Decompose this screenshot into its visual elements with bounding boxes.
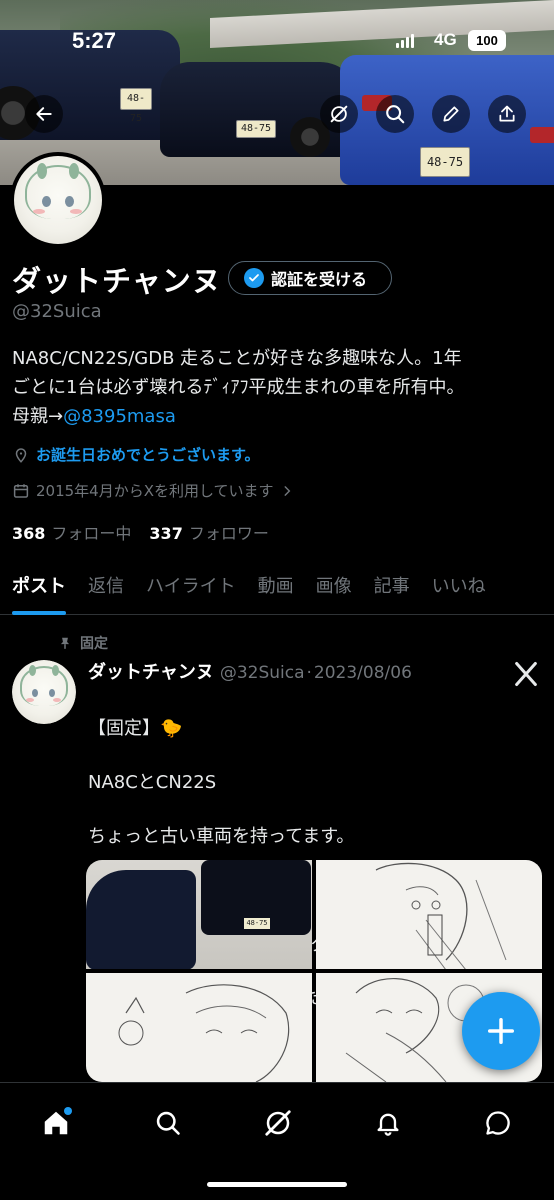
followers-link[interactable]: 337 フォロワー — [149, 520, 268, 544]
following-label: フォロー中 — [51, 524, 132, 543]
grok-icon — [265, 1110, 291, 1136]
nav-home[interactable] — [34, 1101, 78, 1145]
post-text-line: ちょっと古い車両を持ってます。 — [88, 826, 355, 847]
verified-badge-icon — [244, 268, 264, 288]
nav-notifications[interactable] — [366, 1101, 410, 1145]
signal-icon — [396, 34, 414, 48]
compose-button[interactable] — [462, 992, 540, 1070]
battery-indicator: 100 — [468, 30, 506, 51]
back-button[interactable] — [25, 95, 63, 133]
plus-icon — [488, 1018, 514, 1044]
post-author-avatar[interactable] — [12, 660, 76, 724]
chevron-right-icon — [284, 485, 290, 496]
pencil-icon — [443, 106, 459, 122]
share-icon — [499, 105, 515, 122]
bell-icon — [377, 1113, 399, 1136]
tab-posts[interactable]: ポスト — [0, 560, 76, 615]
search-button[interactable] — [376, 95, 414, 133]
status-bar: 5:27 4G 100 — [0, 0, 554, 80]
birthday-text[interactable]: お誕生日おめでとうございます。 — [36, 444, 260, 465]
post-author-name[interactable]: ダットチャンヌ — [88, 658, 214, 684]
tab-articles[interactable]: 記事 — [362, 560, 420, 615]
home-notification-dot — [64, 1107, 72, 1115]
edit-button[interactable] — [432, 95, 470, 133]
bio-mention-link[interactable]: @8395masa — [63, 406, 176, 427]
tab-highlights[interactable]: ハイライト — [134, 560, 246, 615]
following-count: 368 — [12, 524, 46, 543]
joined-row[interactable]: 2015年4月からXを利用しています — [12, 480, 294, 501]
calendar-icon — [13, 483, 29, 498]
tab-videos[interactable]: 動画 — [246, 560, 304, 615]
profile-handle: @32Suica — [12, 301, 102, 322]
media-sketch-2[interactable] — [86, 973, 312, 1082]
status-time: 5:27 — [72, 28, 117, 53]
joined-text: 2015年4月からXを利用しています — [36, 482, 274, 500]
post-date[interactable]: 2023/08/06 — [314, 663, 412, 683]
media-sketch-1[interactable] — [316, 860, 542, 969]
home-indicator — [207, 1182, 347, 1187]
banner-plate: 48-75 — [120, 88, 152, 124]
get-verified-label: 認証を受ける — [271, 270, 368, 289]
post-header: ダットチャンヌ @32Suica · 2023/08/06 — [88, 658, 412, 684]
pinned-indicator: 固定 — [58, 633, 108, 653]
birthday-row: お誕生日おめでとうございます。 — [12, 444, 260, 465]
bio-line: NA8C/CN22S/GDB 走ることが好きな多趣味な人。1年 — [12, 348, 462, 369]
share-button[interactable] — [488, 95, 526, 133]
network-type: 4G — [434, 30, 457, 49]
post-text-line: 【固定】🐤 — [88, 718, 183, 739]
tab-replies[interactable]: 返信 — [76, 560, 134, 615]
media-photo-cars[interactable]: 48-75 — [86, 860, 312, 969]
pin-icon — [60, 637, 70, 649]
follow-stats: 368 フォロー中 337 フォロワー — [12, 520, 269, 544]
get-verified-button[interactable]: 認証を受ける — [228, 261, 392, 295]
profile-tabs: ポスト 返信 ハイライト 動画 画像 記事 いいね — [0, 560, 554, 615]
search-icon — [156, 1111, 180, 1135]
followers-label: フォロワー — [188, 524, 269, 543]
profile-name: ダットチャンヌ — [12, 264, 222, 298]
media-plate: 48-75 — [244, 918, 270, 929]
tab-photos[interactable]: 画像 — [304, 560, 362, 615]
bio-line: 母親→@8395masa — [12, 402, 547, 431]
post-separator: · — [306, 663, 312, 683]
pinned-label: 固定 — [80, 636, 108, 652]
tab-likes[interactable]: いいね — [420, 560, 496, 615]
grok-button[interactable] — [320, 95, 358, 133]
following-link[interactable]: 368 フォロー中 — [12, 520, 131, 544]
post-text-line: NA8CとCN22S — [88, 772, 217, 793]
banner-plate: 48-75 — [236, 120, 276, 138]
avatar-image — [14, 156, 102, 244]
nav-grok[interactable] — [256, 1101, 300, 1145]
profile-avatar[interactable] — [10, 152, 106, 248]
post-author-handle[interactable]: @32Suica — [220, 663, 305, 683]
profile-bio: NA8C/CN22S/GDB 走ることが好きな多趣味な人。1年 ごとに1台は必ず… — [12, 344, 547, 431]
banner-plate: 48-75 — [420, 147, 470, 177]
grok-icon — [330, 105, 348, 123]
bio-line: ごとに1台は必ず壊れるﾃﾞｨｱﾌ平成生まれの車を所有中。 — [12, 377, 465, 398]
followers-count: 337 — [149, 524, 183, 543]
nav-messages[interactable] — [476, 1101, 520, 1145]
nav-search[interactable] — [146, 1101, 190, 1145]
x-logo-icon[interactable] — [512, 660, 540, 688]
search-icon — [386, 105, 405, 124]
location-pin-icon — [15, 447, 27, 463]
bio-line-prefix: 母親→ — [12, 406, 64, 427]
back-arrow-icon — [36, 107, 52, 121]
chat-bubble-icon — [486, 1111, 510, 1135]
avatar-image — [12, 660, 76, 724]
